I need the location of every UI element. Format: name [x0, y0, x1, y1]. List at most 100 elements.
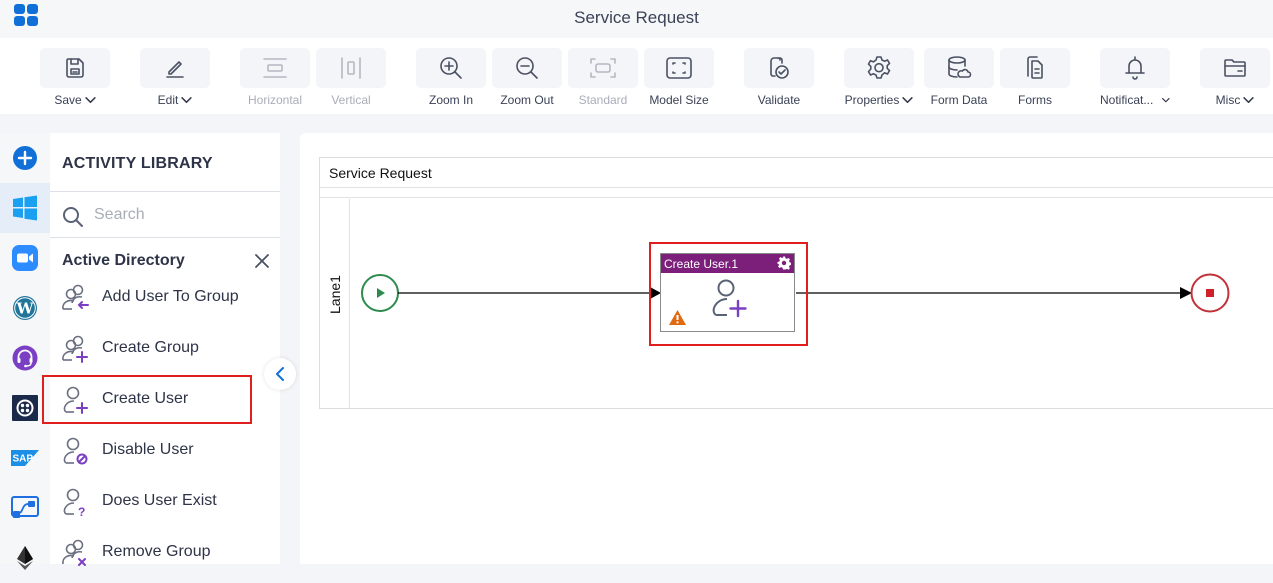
gear-icon[interactable] [777, 256, 791, 270]
model-size-button[interactable]: Model Size [644, 48, 714, 110]
activity-library: ACTIVITY LIBRARY Active Directory Add Us… [50, 133, 280, 566]
stop-icon [1206, 289, 1214, 297]
folder-icon [1224, 59, 1246, 77]
chevron-down-icon [902, 96, 914, 103]
create-user-icon [63, 386, 88, 414]
library-item-create-group[interactable]: Create Group [50, 326, 280, 372]
process-canvas[interactable]: Service Request Lane1 Create User.1 [300, 133, 1273, 564]
library-item-remove-group[interactable]: Remove Group [50, 530, 280, 576]
bell-icon [1125, 56, 1145, 80]
gear-icon [867, 56, 891, 79]
zoom-in-label: Zoom In [428, 93, 473, 107]
library-item-label: Remove Group [102, 543, 211, 560]
wordpress-icon: W [13, 296, 37, 320]
search-icon [63, 207, 83, 227]
database-icon [948, 56, 972, 78]
notifications-label: Notificat... [1100, 93, 1154, 107]
chevron-down-icon [1243, 96, 1254, 103]
forms-icon [1027, 56, 1043, 79]
rail-item-ethereum[interactable] [0, 533, 50, 583]
vertical-button[interactable]: Vertical [316, 48, 386, 110]
headset-icon [12, 345, 38, 371]
start-event[interactable] [361, 274, 399, 312]
save-label: Save [54, 93, 82, 107]
zoom-out-icon [516, 57, 538, 79]
zoom-video-icon [12, 245, 38, 271]
collapse-library-button[interactable] [264, 358, 296, 390]
form-data-button[interactable]: Form Data [924, 48, 994, 110]
rail-item-add[interactable] [0, 133, 50, 183]
library-item-label: Does User Exist [102, 492, 217, 509]
task-create-user[interactable]: Create User.1 [660, 253, 795, 332]
forms-label: Forms [1018, 93, 1052, 107]
power-automate-icon [11, 496, 39, 518]
library-item-label: Create Group [102, 339, 199, 356]
misc-label: Misc [1215, 93, 1241, 107]
library-item-disable-user[interactable]: Disable User [50, 428, 280, 474]
edit-button[interactable]: Edit [140, 48, 210, 110]
ethereum-icon [17, 546, 33, 570]
rail-item-sap[interactable]: SAP [0, 433, 50, 483]
warning-icon[interactable] [668, 309, 687, 326]
vertical-label: Vertical [331, 93, 371, 107]
sap-icon: SAP [11, 450, 39, 466]
zoom-in-button[interactable]: Zoom In [416, 48, 486, 110]
standard-size-icon [590, 58, 616, 78]
validate-label: Validate [757, 93, 801, 107]
rail-item-support[interactable] [0, 333, 50, 383]
fit-to-screen-icon [666, 57, 692, 79]
end-event[interactable] [1190, 273, 1230, 313]
add-circle-icon [13, 146, 37, 170]
notifications-button[interactable]: Notificat... [1100, 48, 1170, 110]
rail-item-wordpress[interactable]: W [0, 283, 50, 333]
standard-label: Standard [578, 93, 628, 107]
task-header: Create User.1 [661, 254, 794, 273]
horizontal-align-icon [263, 58, 287, 78]
add-user-to-group-icon [62, 284, 89, 310]
toolbar: Save Edit Horizontal Vertical Zoom In Zo… [0, 38, 1273, 114]
rail-item-windows[interactable] [0, 183, 50, 233]
pencil-icon [166, 61, 184, 78]
edit-label: Edit [157, 93, 179, 107]
chevron-down-icon [181, 96, 193, 103]
standard-button[interactable]: Standard [568, 48, 638, 110]
rail-item-twilio[interactable] [0, 383, 50, 433]
twilio-icon [12, 395, 38, 421]
library-item-create-user[interactable]: Create User [50, 377, 280, 423]
library-search [50, 192, 280, 237]
library-item-label: Disable User [102, 441, 194, 458]
search-input[interactable] [94, 202, 264, 228]
library-item-does-user-exist[interactable]: ? Does User Exist [50, 479, 280, 525]
does-user-exist-icon: ? [63, 488, 85, 517]
misc-button[interactable]: Misc [1200, 48, 1270, 110]
validate-icon [770, 57, 789, 79]
page-title: Service Request [574, 8, 699, 27]
save-icon [66, 58, 84, 78]
rail-item-power-automate[interactable] [0, 483, 50, 533]
library-item-label: Create User [102, 390, 189, 407]
svg-text:SAP: SAP [13, 454, 34, 465]
sequence-flow[interactable] [796, 287, 1192, 299]
sequence-flow[interactable] [398, 287, 661, 299]
horizontal-button[interactable]: Horizontal [240, 48, 310, 110]
zoom-in-icon [440, 57, 462, 79]
validate-button[interactable]: Validate [744, 48, 814, 110]
horizontal-label: Horizontal [247, 93, 303, 107]
close-icon[interactable] [254, 253, 270, 269]
save-button[interactable]: Save [40, 48, 110, 110]
chevron-down-icon [85, 96, 96, 103]
properties-button[interactable]: Properties [844, 48, 914, 110]
rail-item-zoom[interactable] [0, 233, 50, 283]
library-title: ACTIVITY LIBRARY [62, 155, 213, 172]
chevron-down-icon [1162, 97, 1170, 102]
forms-button[interactable]: Forms [1000, 48, 1070, 110]
library-item-add-user-to-group[interactable]: Add User To Group [50, 275, 280, 321]
create-user-icon [712, 279, 747, 318]
zoom-out-button[interactable]: Zoom Out [492, 48, 562, 110]
create-group-icon [62, 335, 88, 363]
properties-label: Properties [844, 93, 900, 107]
zoom-out-label: Zoom Out [500, 93, 554, 107]
disable-user-icon [63, 437, 88, 465]
vertical-align-icon [341, 57, 361, 79]
model-size-label: Model Size [649, 93, 709, 107]
